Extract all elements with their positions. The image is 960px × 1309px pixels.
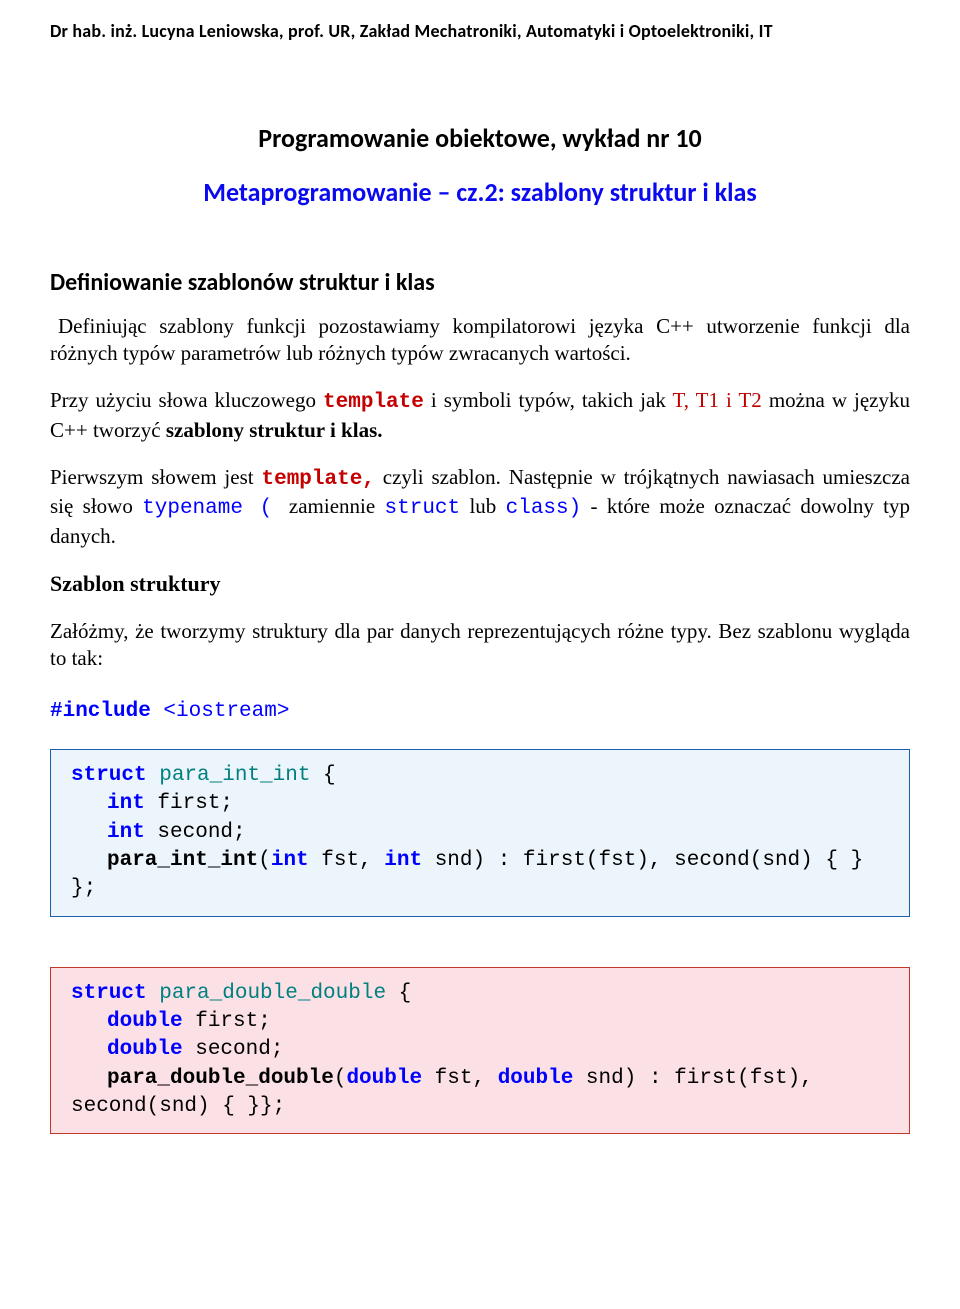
page-subtitle: Metaprogramowanie – cz.2: szablony struk… — [50, 176, 910, 208]
code-arg: fst, — [422, 1067, 498, 1090]
inline-code-class: class) — [506, 497, 582, 520]
text: zamiennie — [289, 494, 385, 518]
paragraph-4: Załóżmy, że tworzymy struktury dla par d… — [50, 618, 910, 672]
code-arg: snd) : first(fst), second(snd) { } — [422, 849, 863, 872]
code-identifier: para_int_int — [147, 764, 311, 787]
paragraph-2: Przy użyciu słowa kluczowego template i … — [50, 387, 910, 444]
code-identifier: para_double_double — [147, 982, 386, 1005]
code-identifier: second; — [183, 1038, 284, 1061]
inline-code-template: template, — [261, 468, 374, 491]
code-keyword: struct — [71, 764, 147, 787]
inline-symbols: T, T1 i T2 — [672, 388, 761, 412]
paragraph-1: Definiując szablony funkcji pozostawiamy… — [50, 313, 910, 367]
section-heading-definiowanie: Definiowanie szablonów struktur i klas — [50, 268, 910, 297]
text: i symboli typów, takich jak — [424, 388, 673, 412]
code-brace: { — [386, 982, 411, 1005]
text: Pierwszym słowem jest — [50, 465, 261, 489]
text: lub — [460, 494, 505, 518]
code-block-para-double: struct para_double_double { double first… — [50, 967, 910, 1135]
inline-code-typename: typename ( — [142, 497, 289, 520]
code-paren: ( — [334, 1067, 347, 1090]
code-close: }; — [71, 875, 891, 903]
code-keyword: int — [384, 849, 422, 872]
code-keyword: double — [498, 1067, 574, 1090]
code-keyword: int — [271, 849, 309, 872]
paragraph-3: Pierwszym słowem jest template, czyli sz… — [50, 464, 910, 551]
code-keyword: double — [107, 1038, 183, 1061]
page-header: Dr hab. inż. Lucyna Leniowska, prof. UR,… — [50, 20, 910, 82]
code-keyword: struct — [71, 982, 147, 1005]
code-include-target: <iostream> — [151, 700, 290, 723]
code-arg: snd) : first(fst), — [573, 1067, 812, 1090]
text: Przy użyciu słowa kluczowego — [50, 388, 323, 412]
page: Dr hab. inż. Lucyna Leniowska, prof. UR,… — [0, 0, 960, 1309]
code-keyword: int — [107, 821, 145, 844]
inline-code-struct: struct — [385, 497, 461, 520]
code-arg: fst, — [309, 849, 385, 872]
page-title: Programowanie obiektowe, wykład nr 10 — [50, 122, 910, 154]
code-identifier: first; — [145, 792, 233, 815]
code-brace: { — [310, 764, 335, 787]
text-bold: szablony struktur i klas. — [166, 418, 383, 442]
code-close: second(snd) { }}; — [71, 1093, 891, 1121]
code-ctor: para_double_double — [107, 1067, 334, 1090]
code-ctor: para_int_int — [107, 849, 258, 872]
section-heading-szablon: Szablon struktury — [50, 570, 910, 598]
code-identifier: second; — [145, 821, 246, 844]
code-block-para-int: struct para_int_int { int first; int sec… — [50, 749, 910, 917]
code-keyword: double — [107, 1010, 183, 1033]
code-preproc: #include — [50, 700, 151, 723]
code-keyword: int — [107, 792, 145, 815]
code-include: #include <iostream> — [50, 700, 910, 723]
code-paren: ( — [258, 849, 271, 872]
code-keyword: double — [346, 1067, 422, 1090]
code-identifier: first; — [183, 1010, 271, 1033]
inline-code-template: template — [323, 391, 424, 414]
